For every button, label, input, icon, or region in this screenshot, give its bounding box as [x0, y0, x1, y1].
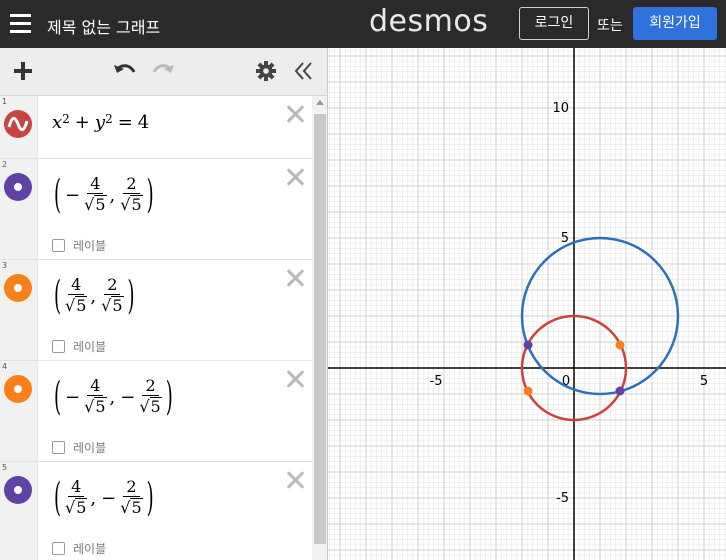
expression-list: 1 x2 + y2 = 4 2 ( − 4 √ 5 , 2 √ 5 ) 레이블 … [0, 96, 312, 560]
graph-canvas[interactable]: -5 0 5 10 5 -5 [328, 48, 726, 560]
expression-gutter: 4 [0, 361, 38, 461]
comma: , [90, 285, 97, 307]
curve-color-icon[interactable] [4, 110, 32, 138]
label-text: 레이블 [73, 239, 107, 253]
comma: , [109, 184, 116, 206]
point-color-icon[interactable] [4, 274, 32, 302]
radicand: 5 [75, 296, 88, 315]
scrollbar-thumb[interactable] [314, 114, 326, 544]
expression-index: 2 [2, 160, 8, 169]
redo-icon[interactable] [149, 57, 177, 85]
expression-index: 1 [2, 97, 8, 106]
minus-sign: − [101, 487, 117, 509]
expression-list-scrollbar[interactable] [312, 96, 328, 560]
expression-index: 3 [2, 261, 8, 270]
radicand: 5 [75, 498, 88, 517]
point-color-icon[interactable] [4, 173, 32, 201]
minor-grid [328, 48, 726, 560]
delete-expression-icon[interactable] [284, 368, 306, 390]
menu-icon[interactable] [10, 14, 31, 34]
label-toggle[interactable]: 레이블 [52, 439, 106, 456]
numerator: 4 [87, 377, 104, 396]
label-toggle[interactable]: 레이블 [52, 338, 106, 355]
expression-item[interactable]: 5 ( 4 √ 5 , − 2 √ 5 ) 레이블 [0, 462, 312, 560]
label-toggle[interactable]: 레이블 [52, 237, 106, 254]
or-text: 또는 [597, 18, 623, 34]
delete-expression-icon[interactable] [284, 267, 306, 289]
point-color-icon[interactable] [4, 375, 32, 403]
expression-math[interactable]: ( 4 √ 5 , − 2 √ 5 ) [52, 475, 156, 521]
numerator: 4 [87, 175, 104, 194]
point-5[interactable] [615, 386, 625, 396]
label-text: 레이블 [73, 441, 107, 455]
radicand: 5 [130, 195, 143, 214]
expression-item[interactable]: 2 ( − 4 √ 5 , 2 √ 5 ) 레이블 [0, 159, 312, 260]
y-tick-label: -5 [556, 491, 569, 506]
radicand: 5 [94, 397, 107, 416]
point-color-icon[interactable] [4, 476, 32, 504]
label-text: 레이블 [73, 340, 107, 354]
x-tick-label: 5 [700, 374, 708, 389]
minus-sign: − [65, 386, 81, 408]
y-tick-label: 10 [552, 101, 569, 116]
expression-index: 5 [2, 463, 8, 472]
label-toggle[interactable]: 레이블 [52, 540, 106, 557]
numerator: 4 [68, 276, 85, 295]
gear-icon[interactable] [252, 57, 280, 85]
desmos-logo: desmos [369, 4, 489, 39]
comma: , [90, 487, 97, 509]
numerator: 2 [104, 276, 121, 295]
delete-expression-icon[interactable] [284, 103, 306, 125]
expression-item[interactable]: 1 x2 + y2 = 4 [0, 96, 312, 159]
undo-icon[interactable] [111, 57, 139, 85]
label-checkbox[interactable] [52, 542, 65, 555]
radicand: 5 [130, 498, 143, 517]
label-checkbox[interactable] [52, 239, 65, 252]
graph-title[interactable]: 제목 없는 그래프 [47, 14, 160, 38]
radicand: 5 [111, 296, 124, 315]
label-checkbox[interactable] [52, 340, 65, 353]
expression-index: 4 [2, 362, 8, 371]
add-icon[interactable] [9, 57, 37, 85]
point-4[interactable] [523, 386, 533, 396]
expression-math[interactable]: ( − 4 √ 5 , − 2 √ 5 ) [52, 374, 175, 420]
expression-toolbar [0, 48, 328, 96]
expression-gutter: 1 [0, 96, 38, 158]
numerator: 4 [68, 478, 85, 497]
expression-gutter: 3 [0, 260, 38, 360]
x-tick-label: -5 [430, 374, 443, 389]
expression-math[interactable]: x2 + y2 = 4 [52, 112, 149, 134]
numerator: 2 [123, 175, 140, 194]
expression-item[interactable]: 3 ( 4 √ 5 , 2 √ 5 ) 레이블 [0, 260, 312, 361]
collapse-panel-icon[interactable] [290, 57, 318, 85]
point-3[interactable] [615, 340, 625, 350]
scroll-up-icon[interactable] [316, 100, 324, 105]
login-button[interactable]: 로그인 [519, 7, 589, 40]
signup-button[interactable]: 회원가입 [633, 7, 717, 40]
expression-math[interactable]: ( − 4 √ 5 , 2 √ 5 ) [52, 172, 156, 218]
point-2[interactable] [523, 340, 533, 350]
minus-sign: − [120, 386, 136, 408]
expression-gutter: 5 [0, 462, 38, 560]
delete-expression-icon[interactable] [284, 469, 306, 491]
radicand: 5 [149, 397, 162, 416]
numerator: 2 [123, 478, 140, 497]
numerator: 2 [142, 377, 159, 396]
radicand: 5 [94, 195, 107, 214]
delete-expression-icon[interactable] [284, 166, 306, 188]
expression-math[interactable]: ( 4 √ 5 , 2 √ 5 ) [52, 273, 137, 319]
expression-gutter: 2 [0, 159, 38, 259]
minus-sign: − [65, 184, 81, 206]
top-bar: 제목 없는 그래프 desmos 로그인 또는 회원가입 [0, 0, 726, 48]
label-checkbox[interactable] [52, 441, 65, 454]
comma: , [109, 386, 116, 408]
label-text: 레이블 [73, 542, 107, 556]
expression-item[interactable]: 4 ( − 4 √ 5 , − 2 √ 5 ) 레이블 [0, 361, 312, 462]
